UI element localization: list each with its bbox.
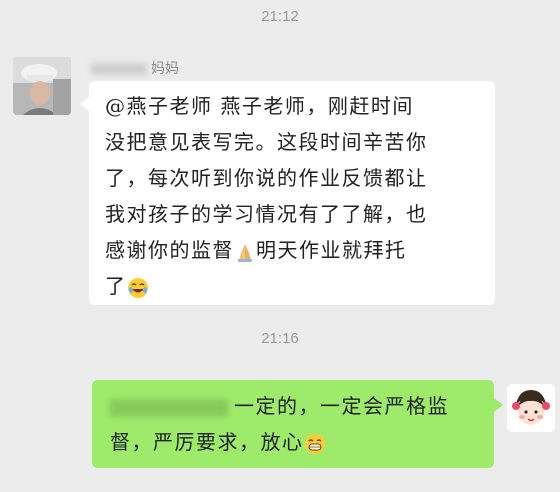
outgoing-line: 一定的，一定会严格监 bbox=[110, 388, 490, 424]
outgoing-line-part: 一定的，一定会严格监 bbox=[234, 394, 449, 418]
incoming-line: 感谢你的监督 明天作业就拜托 bbox=[105, 232, 487, 268]
incoming-line-part: 明天作业就拜托 bbox=[256, 238, 407, 262]
incoming-line: 我对孩子的学习情况有了了解，也 bbox=[105, 202, 428, 226]
sender-name: 妈妈 bbox=[91, 58, 179, 78]
incoming-line: @燕子老师 燕子老师，刚赶时间 bbox=[105, 94, 414, 118]
laughing-emoji-icon bbox=[127, 277, 148, 298]
incoming-line: 了，每次听到你说的作业反馈都让 bbox=[105, 166, 428, 190]
cartoon-girl-avatar bbox=[507, 384, 555, 432]
incoming-message-text: @燕子老师 燕子老师，刚赶时间 没把意见表写完。这段时间辛苦你 了，每次听到你说… bbox=[105, 88, 487, 304]
timestamp: 21:16 bbox=[261, 330, 299, 347]
sender-avatar[interactable] bbox=[13, 57, 71, 115]
incoming-line-part: 了 bbox=[105, 274, 127, 298]
outgoing-line: 督，严厉要求，放心 bbox=[110, 424, 490, 460]
outgoing-line-part: 督，严厉要求，放心 bbox=[110, 430, 304, 454]
sender-avatar-photo bbox=[13, 57, 71, 115]
redacted-name bbox=[91, 63, 147, 75]
incoming-line-part: 感谢你的监督 bbox=[105, 238, 234, 262]
incoming-line: 了 bbox=[105, 268, 487, 304]
praying-hands-icon bbox=[238, 243, 252, 262]
grinning-emoji-icon bbox=[304, 433, 325, 454]
outgoing-message-text: 一定的，一定会严格监 督，严厉要求，放心 bbox=[110, 388, 490, 460]
redacted-mention bbox=[110, 398, 228, 417]
incoming-line: 没把意见表写完。这段时间辛苦你 bbox=[105, 130, 428, 154]
timestamp: 21:12 bbox=[261, 8, 299, 25]
sender-name-label: 妈妈 bbox=[151, 61, 179, 77]
my-avatar[interactable] bbox=[507, 384, 555, 432]
